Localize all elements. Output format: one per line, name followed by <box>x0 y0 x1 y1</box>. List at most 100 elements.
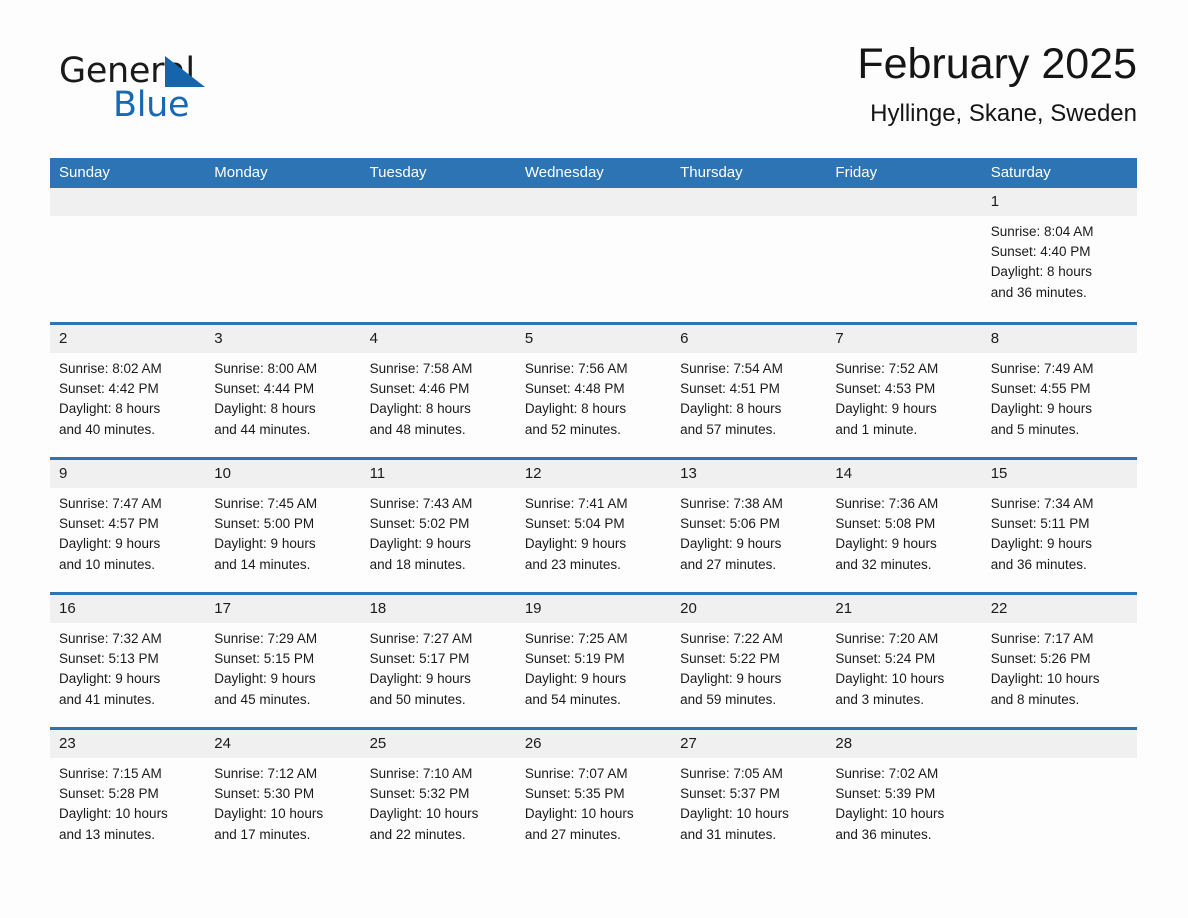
sunset-text: Sunset: 5:30 PM <box>214 786 315 802</box>
calendar-day-cell[interactable]: 5 Sunrise: 7:56 AM Sunset: 4:48 PM Daylight… <box>515 325 672 457</box>
day-number: 1 <box>981 188 1137 216</box>
calendar-day-cell[interactable]: 23 Sunrise: 7:15 AM Sunset: 5:28 PM Dayligh… <box>50 730 206 862</box>
page-title: February 2025 <box>857 40 1137 88</box>
calendar-week-row: 2 Sunrise: 8:02 AM Sunset: 4:42 PM Daylight… <box>50 322 1137 457</box>
calendar-day-cell[interactable]: 9 Sunrise: 7:47 AM Sunset: 4:57 PM Daylight… <box>50 460 206 592</box>
calendar-day-cell[interactable]: 18 Sunrise: 7:27 AM Sunset: 5:17 PM Dayligh… <box>360 595 516 727</box>
daylight-text-line1: Daylight: 10 hours <box>990 671 1100 687</box>
sunrise-text: Sunrise: 7:22 AM <box>680 631 783 646</box>
day-number: 3 <box>205 325 361 353</box>
calendar-day-cell[interactable]: 22 Sunrise: 7:17 AM Sunset: 5:26 PM Dayligh… <box>981 595 1137 727</box>
day-number: 14 <box>826 460 982 488</box>
calendar-day-cell[interactable]: 8 Sunrise: 7:49 AM Sunset: 4:55 PM Daylight… <box>981 325 1137 457</box>
daylight-text-line1: Daylight: 10 hours <box>369 806 479 822</box>
day-number <box>205 188 361 216</box>
sunset-text: Sunset: 5:35 PM <box>524 786 625 802</box>
day-details: Sunrise: 7:02 AM Sunset: 5:39 PM Daylight:… <box>826 758 981 845</box>
calendar-day-cell[interactable]: 26 Sunrise: 7:07 AM Sunset: 5:35 PM Dayligh… <box>515 730 672 862</box>
sunrise-text: Sunrise: 7:43 AM <box>369 496 473 511</box>
daylight-text-line2: and 18 minutes. <box>369 556 466 572</box>
day-details: Sunrise: 7:43 AM Sunset: 5:02 PM Daylight:… <box>361 488 516 575</box>
day-details <box>50 216 205 222</box>
sunrise-text: Sunrise: 7:45 AM <box>214 496 318 511</box>
daylight-text-line1: Daylight: 9 hours <box>990 536 1092 552</box>
day-number: 6 <box>671 325 827 353</box>
weekday-header-monday: Monday <box>214 164 268 181</box>
sunrise-text: Sunrise: 7:47 AM <box>59 496 162 511</box>
day-details: Sunrise: 7:54 AM Sunset: 4:51 PM Daylight:… <box>671 353 826 440</box>
calendar-day-cell[interactable]: 11 Sunrise: 7:43 AM Sunset: 5:02 PM Dayligh… <box>360 460 516 592</box>
calendar-day-cell[interactable]: 2 Sunrise: 8:02 AM Sunset: 4:42 PM Daylight… <box>50 325 206 457</box>
calendar-day-cell[interactable]: 10 Sunrise: 7:45 AM Sunset: 5:00 PM Dayligh… <box>205 460 361 592</box>
sunrise-text: Sunrise: 7:25 AM <box>524 631 628 646</box>
daylight-text-line2: and 41 minutes. <box>59 691 156 707</box>
calendar-day-cell[interactable]: 15 Sunrise: 7:34 AM Sunset: 5:11 PM Dayligh… <box>981 460 1137 592</box>
sunset-text: Sunset: 5:06 PM <box>680 516 780 532</box>
calendar-day-cell[interactable]: 1 Sunrise: 8:04 AM Sunset: 4:40 PM Daylight… <box>981 188 1137 322</box>
daylight-text-line1: Daylight: 10 hours <box>524 806 634 822</box>
daylight-text-line2: and 57 minutes. <box>680 421 777 437</box>
daylight-text-line2: and 23 minutes. <box>524 556 621 572</box>
day-details: Sunrise: 8:04 AM Sunset: 4:40 PM Daylight:… <box>982 216 1137 303</box>
day-details: Sunrise: 7:12 AM Sunset: 5:30 PM Daylight:… <box>205 758 360 845</box>
sunrise-text: Sunrise: 8:00 AM <box>214 361 318 376</box>
daylight-text-line2: and 31 minutes. <box>680 826 777 842</box>
daylight-text-line2: and 13 minutes. <box>59 826 156 842</box>
calendar-day-cell[interactable]: 6 Sunrise: 7:54 AM Sunset: 4:51 PM Daylight… <box>671 325 827 457</box>
sunrise-text: Sunrise: 8:04 AM <box>990 224 1094 239</box>
sunset-text: Sunset: 5:00 PM <box>214 516 315 532</box>
calendar-day-cell[interactable]: 25 Sunrise: 7:10 AM Sunset: 5:32 PM Dayligh… <box>360 730 516 862</box>
calendar-day-cell[interactable]: 21 Sunrise: 7:20 AM Sunset: 5:24 PM Dayligh… <box>826 595 982 727</box>
calendar-day-cell[interactable]: 17 Sunrise: 7:29 AM Sunset: 5:15 PM Dayligh… <box>205 595 361 727</box>
day-details: Sunrise: 7:22 AM Sunset: 5:22 PM Daylight:… <box>671 623 826 710</box>
day-details <box>671 216 826 222</box>
sunset-text: Sunset: 5:04 PM <box>524 516 625 532</box>
daylight-text-line1: Daylight: 8 hours <box>369 401 471 417</box>
day-details: Sunrise: 7:52 AM Sunset: 4:53 PM Daylight:… <box>826 353 981 440</box>
calendar-day-cell[interactable]: 12 Sunrise: 7:41 AM Sunset: 5:04 PM Dayligh… <box>515 460 672 592</box>
calendar-day-cell-empty <box>50 188 206 322</box>
sunrise-text: Sunrise: 7:49 AM <box>990 361 1094 376</box>
calendar-day-cell[interactable]: 14 Sunrise: 7:36 AM Sunset: 5:08 PM Dayligh… <box>826 460 982 592</box>
daylight-text-line2: and 22 minutes. <box>369 826 466 842</box>
calendar-day-cell[interactable]: 16 Sunrise: 7:32 AM Sunset: 5:13 PM Dayligh… <box>50 595 206 727</box>
daylight-text-line1: Daylight: 10 hours <box>835 671 945 687</box>
daylight-text-line2: and 50 minutes. <box>369 691 466 707</box>
calendar-day-cell[interactable]: 20 Sunrise: 7:22 AM Sunset: 5:22 PM Dayligh… <box>671 595 827 727</box>
day-number: 22 <box>981 595 1137 623</box>
sunset-text: Sunset: 4:44 PM <box>214 381 315 397</box>
sunrise-text: Sunrise: 7:58 AM <box>369 361 473 376</box>
daylight-text-line2: and 10 minutes. <box>59 556 156 572</box>
day-number <box>671 188 827 216</box>
calendar-day-cell[interactable]: 3 Sunrise: 8:00 AM Sunset: 4:44 PM Daylight… <box>205 325 361 457</box>
calendar-day-cell[interactable]: 19 Sunrise: 7:25 AM Sunset: 5:19 PM Dayligh… <box>515 595 672 727</box>
sunrise-text: Sunrise: 7:17 AM <box>990 631 1094 646</box>
daylight-text-line1: Daylight: 10 hours <box>214 806 324 822</box>
sunset-text: Sunset: 5:37 PM <box>680 786 780 802</box>
daylight-text-line2: and 36 minutes. <box>835 826 932 842</box>
day-number: 18 <box>360 595 516 623</box>
day-number: 17 <box>205 595 361 623</box>
calendar-day-cell[interactable]: 4 Sunrise: 7:58 AM Sunset: 4:46 PM Daylight… <box>360 325 516 457</box>
daylight-text-line1: Daylight: 9 hours <box>524 671 627 687</box>
sunset-text: Sunset: 5:11 PM <box>990 516 1090 532</box>
sunrise-text: Sunrise: 7:41 AM <box>524 496 628 511</box>
day-details: Sunrise: 7:25 AM Sunset: 5:19 PM Daylight:… <box>516 623 671 710</box>
day-number: 11 <box>360 460 516 488</box>
day-details: Sunrise: 7:20 AM Sunset: 5:24 PM Daylight:… <box>826 623 981 710</box>
daylight-text-line2: and 48 minutes. <box>369 421 466 437</box>
daylight-text-line1: Daylight: 9 hours <box>990 401 1092 417</box>
calendar-day-cell[interactable]: 28 Sunrise: 7:02 AM Sunset: 5:39 PM Dayligh… <box>826 730 982 862</box>
calendar-day-cell[interactable]: 24 Sunrise: 7:12 AM Sunset: 5:30 PM Dayligh… <box>205 730 361 862</box>
calendar-day-cell[interactable]: 7 Sunrise: 7:52 AM Sunset: 4:53 PM Daylight… <box>826 325 982 457</box>
calendar-day-cell[interactable]: 13 Sunrise: 7:38 AM Sunset: 5:06 PM Dayligh… <box>671 460 827 592</box>
daylight-text-line1: Daylight: 9 hours <box>59 671 161 687</box>
calendar-day-cell-empty <box>515 188 672 322</box>
sunset-text: Sunset: 5:24 PM <box>835 651 936 667</box>
day-number: 20 <box>671 595 827 623</box>
title-block: February 2025 Hyllinge, Skane, Sweden <box>857 38 1137 128</box>
daylight-text-line2: and 44 minutes. <box>214 421 311 437</box>
day-details: Sunrise: 7:56 AM Sunset: 4:48 PM Daylight:… <box>516 353 671 440</box>
daylight-text-line1: Daylight: 9 hours <box>524 536 627 552</box>
calendar-day-cell[interactable]: 27 Sunrise: 7:05 AM Sunset: 5:37 PM Dayligh… <box>671 730 827 862</box>
